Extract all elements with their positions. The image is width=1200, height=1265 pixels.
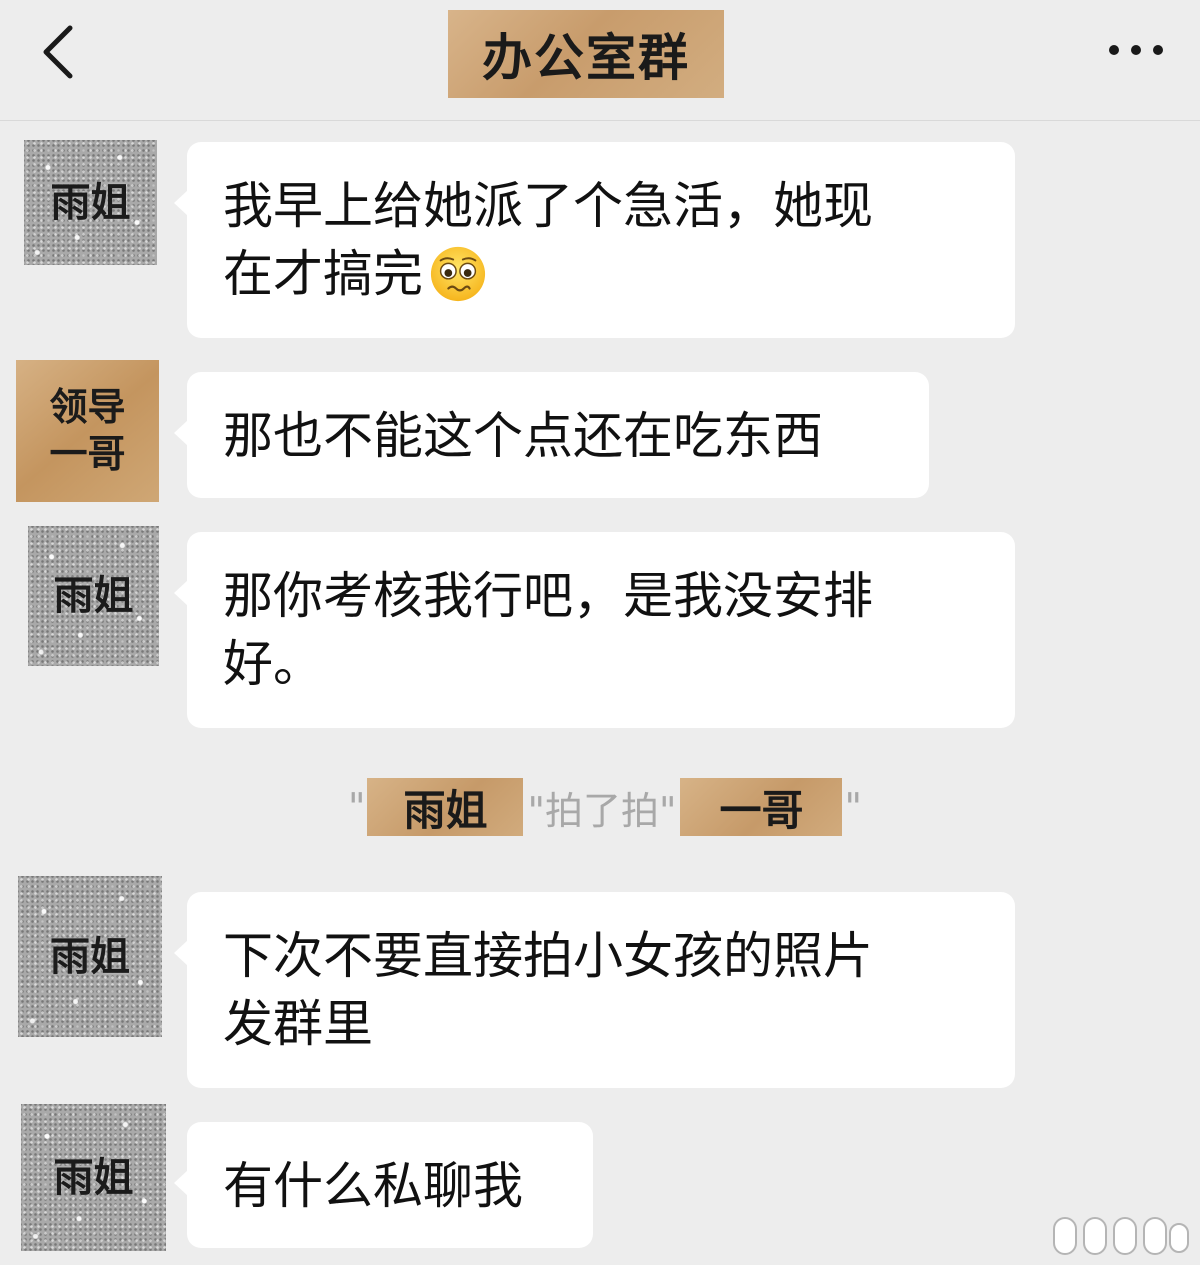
pat-notice: " 雨姐 "拍了拍" 一哥 " — [346, 778, 864, 836]
avatar-yujie[interactable]: 雨姐 — [28, 526, 159, 666]
avatar-leader-yige[interactable]: 领导 一哥 — [16, 360, 159, 502]
more-options-button[interactable] — [1104, 35, 1168, 65]
pat-actor-name[interactable]: 雨姐 — [367, 778, 524, 836]
message-bubble[interactable]: 有什么私聊我 — [174, 1122, 593, 1248]
message-bubble[interactable]: 我早上给她派了个急活，她现 在才搞完 — [174, 142, 1015, 338]
message-line-with-emoji: 在才搞完 — [223, 240, 979, 308]
pleading-face-emoji-icon — [430, 246, 486, 302]
avatar-name-line: 一哥 — [49, 432, 126, 476]
ellipsis-icon — [1109, 45, 1163, 55]
avatar-name: 雨姐 — [50, 179, 131, 226]
pat-action-text: "拍了拍" — [527, 788, 677, 833]
message-bubble[interactable]: 那也不能这个点还在吃东西 — [174, 372, 929, 498]
back-button[interactable] — [38, 22, 88, 82]
watermark-logo-icon — [1053, 1217, 1189, 1255]
avatar-name: 雨姐 — [53, 573, 134, 619]
message-line: 我早上给她派了个急活，她现 — [223, 177, 873, 235]
pat-target-name[interactable]: 一哥 — [680, 778, 843, 836]
message-line: 下次不要直接拍小女孩的照片 — [223, 927, 873, 985]
chat-header: 办公室群 — [0, 0, 1200, 121]
message-bubble[interactable]: 下次不要直接拍小女孩的照片 发群里 — [174, 892, 1015, 1088]
avatar-name: 雨姐 — [53, 1154, 134, 1201]
avatar-yujie[interactable]: 雨姐 — [21, 1104, 166, 1251]
message-line: 那你考核我行吧，是我没安排 — [223, 567, 873, 625]
message-line-text: 在才搞完 — [223, 245, 423, 303]
avatar-name: 雨姐 — [50, 933, 130, 980]
quote-mark: " — [844, 785, 862, 829]
quote-mark: " — [348, 785, 366, 829]
group-title: 办公室群 — [448, 10, 724, 98]
chevron-left-icon — [43, 25, 73, 79]
avatar-name-line: 领导 — [49, 384, 126, 429]
avatar-yujie[interactable]: 雨姐 — [18, 876, 162, 1037]
message-line: 那也不能这个点还在吃东西 — [223, 407, 823, 465]
message-line: 发群里 — [223, 995, 373, 1053]
message-bubble[interactable]: 那你考核我行吧，是我没安排 好。 — [174, 532, 1015, 728]
message-line: 有什么私聊我 — [223, 1157, 523, 1215]
message-line: 好。 — [223, 635, 323, 693]
avatar-yujie[interactable]: 雨姐 — [24, 140, 157, 265]
